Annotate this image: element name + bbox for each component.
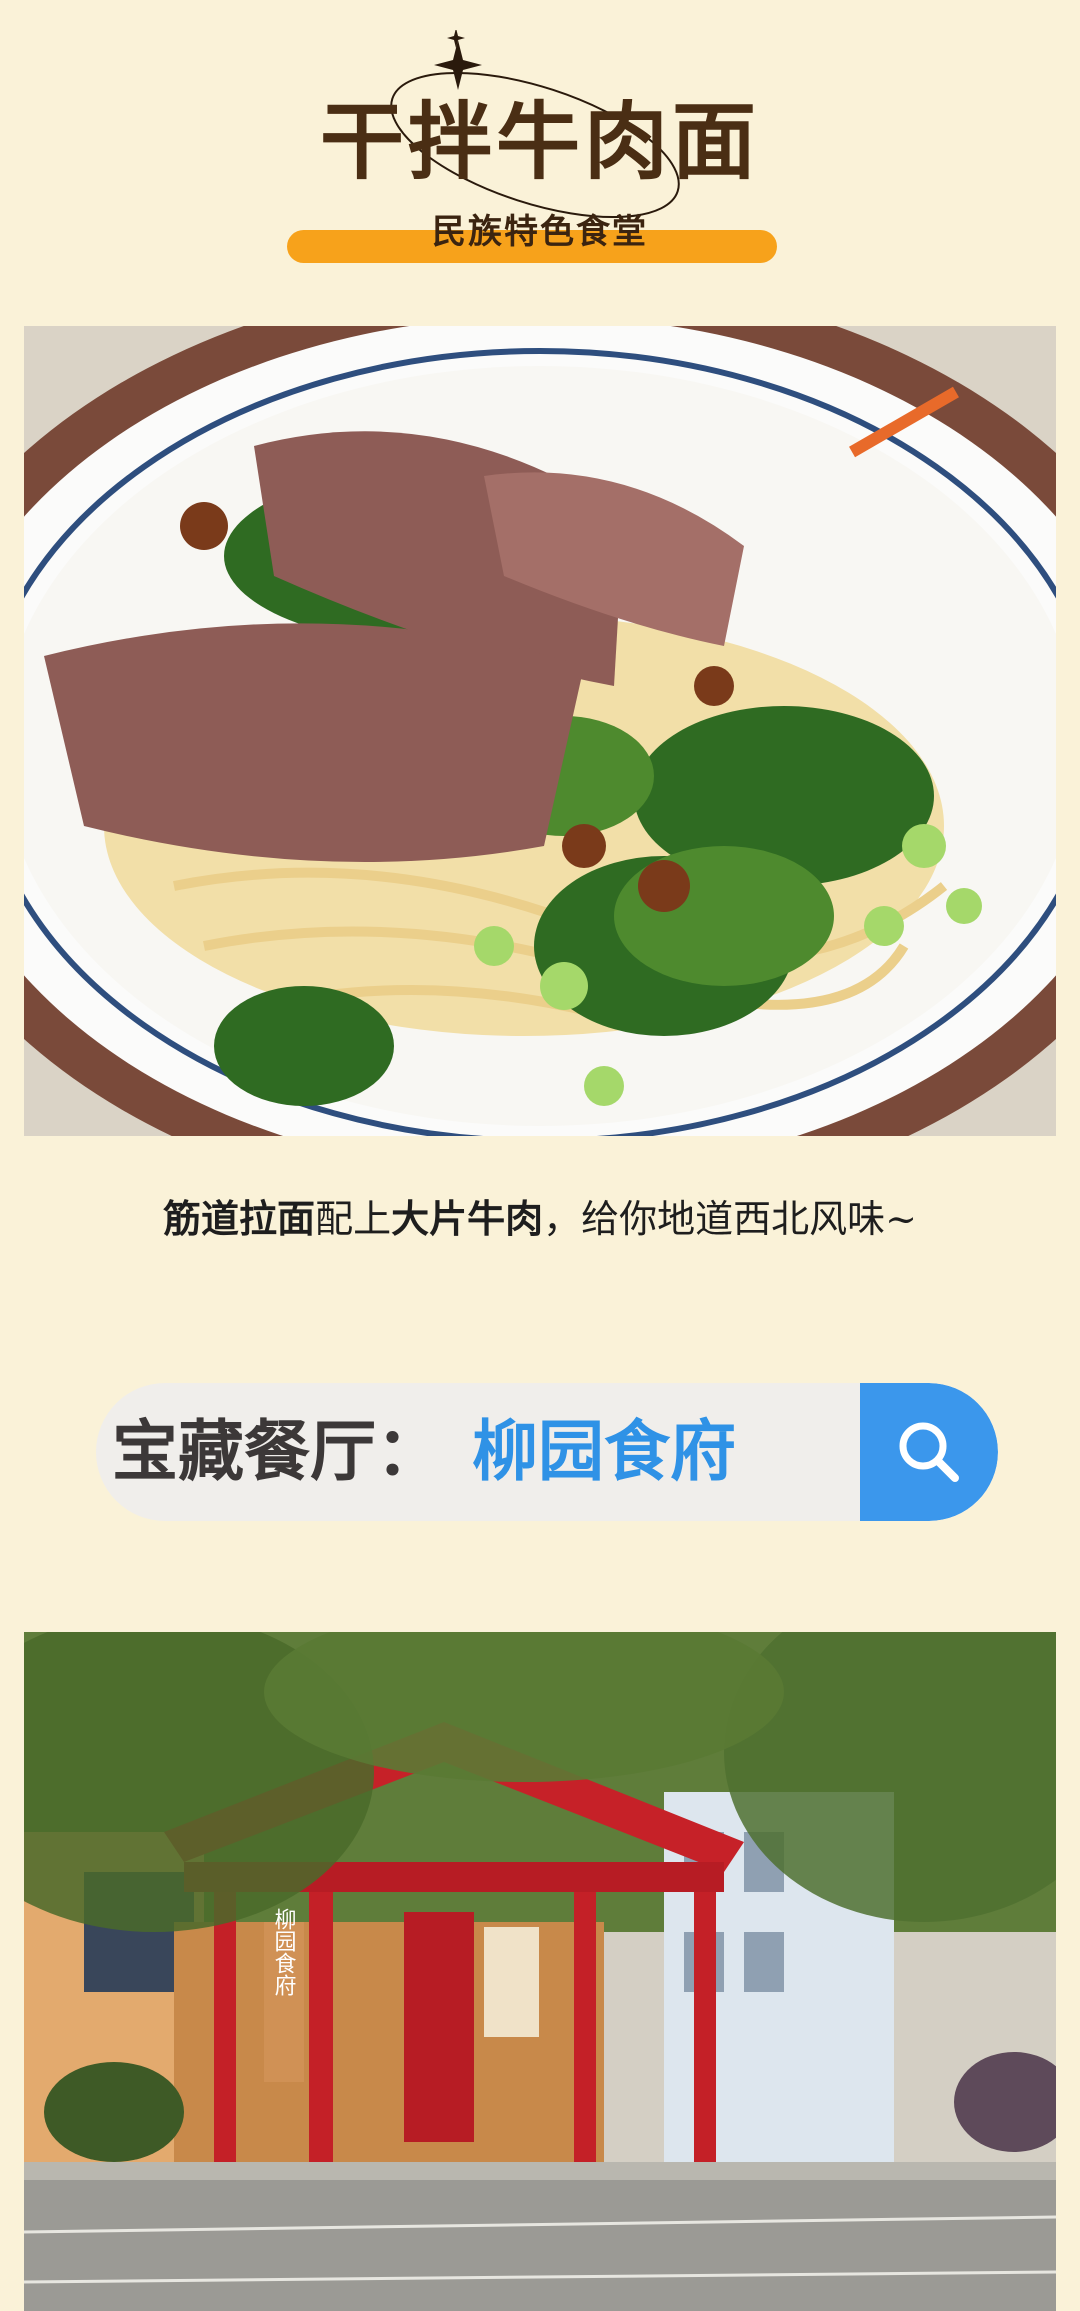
search-text: 宝藏餐厅： 柳园食府 — [112, 1383, 736, 1521]
page-subtitle: 民族特色食堂 — [432, 212, 648, 252]
search-label: 宝藏餐厅： — [112, 1413, 442, 1490]
caption-plain-2: ，给你地道西北风味~ — [543, 1197, 917, 1241]
store-sign: 柳园食府 — [272, 1908, 297, 1996]
header: 干拌牛肉面 民族特色食堂 — [0, 0, 1080, 300]
sparkle-icon — [434, 40, 482, 90]
caption-bold-beef: 大片牛肉 — [391, 1196, 544, 1241]
caption: 筋道拉面配上大片牛肉，给你地道西北风味~ — [0, 1188, 1080, 1243]
search-icon — [899, 1422, 959, 1482]
dish-photo — [24, 326, 1056, 1136]
search-bar[interactable]: 宝藏餐厅： 柳园食府 — [96, 1383, 998, 1521]
page-title: 干拌牛肉面 — [319, 93, 760, 191]
storefront-photo: 柳园食府 — [24, 1632, 1056, 2311]
caption-bold-noodles: 筋道拉面 — [163, 1196, 316, 1241]
caption-plain-1: 配上 — [315, 1197, 392, 1241]
search-button[interactable] — [860, 1383, 998, 1521]
search-value: 柳园食府 — [472, 1413, 736, 1490]
